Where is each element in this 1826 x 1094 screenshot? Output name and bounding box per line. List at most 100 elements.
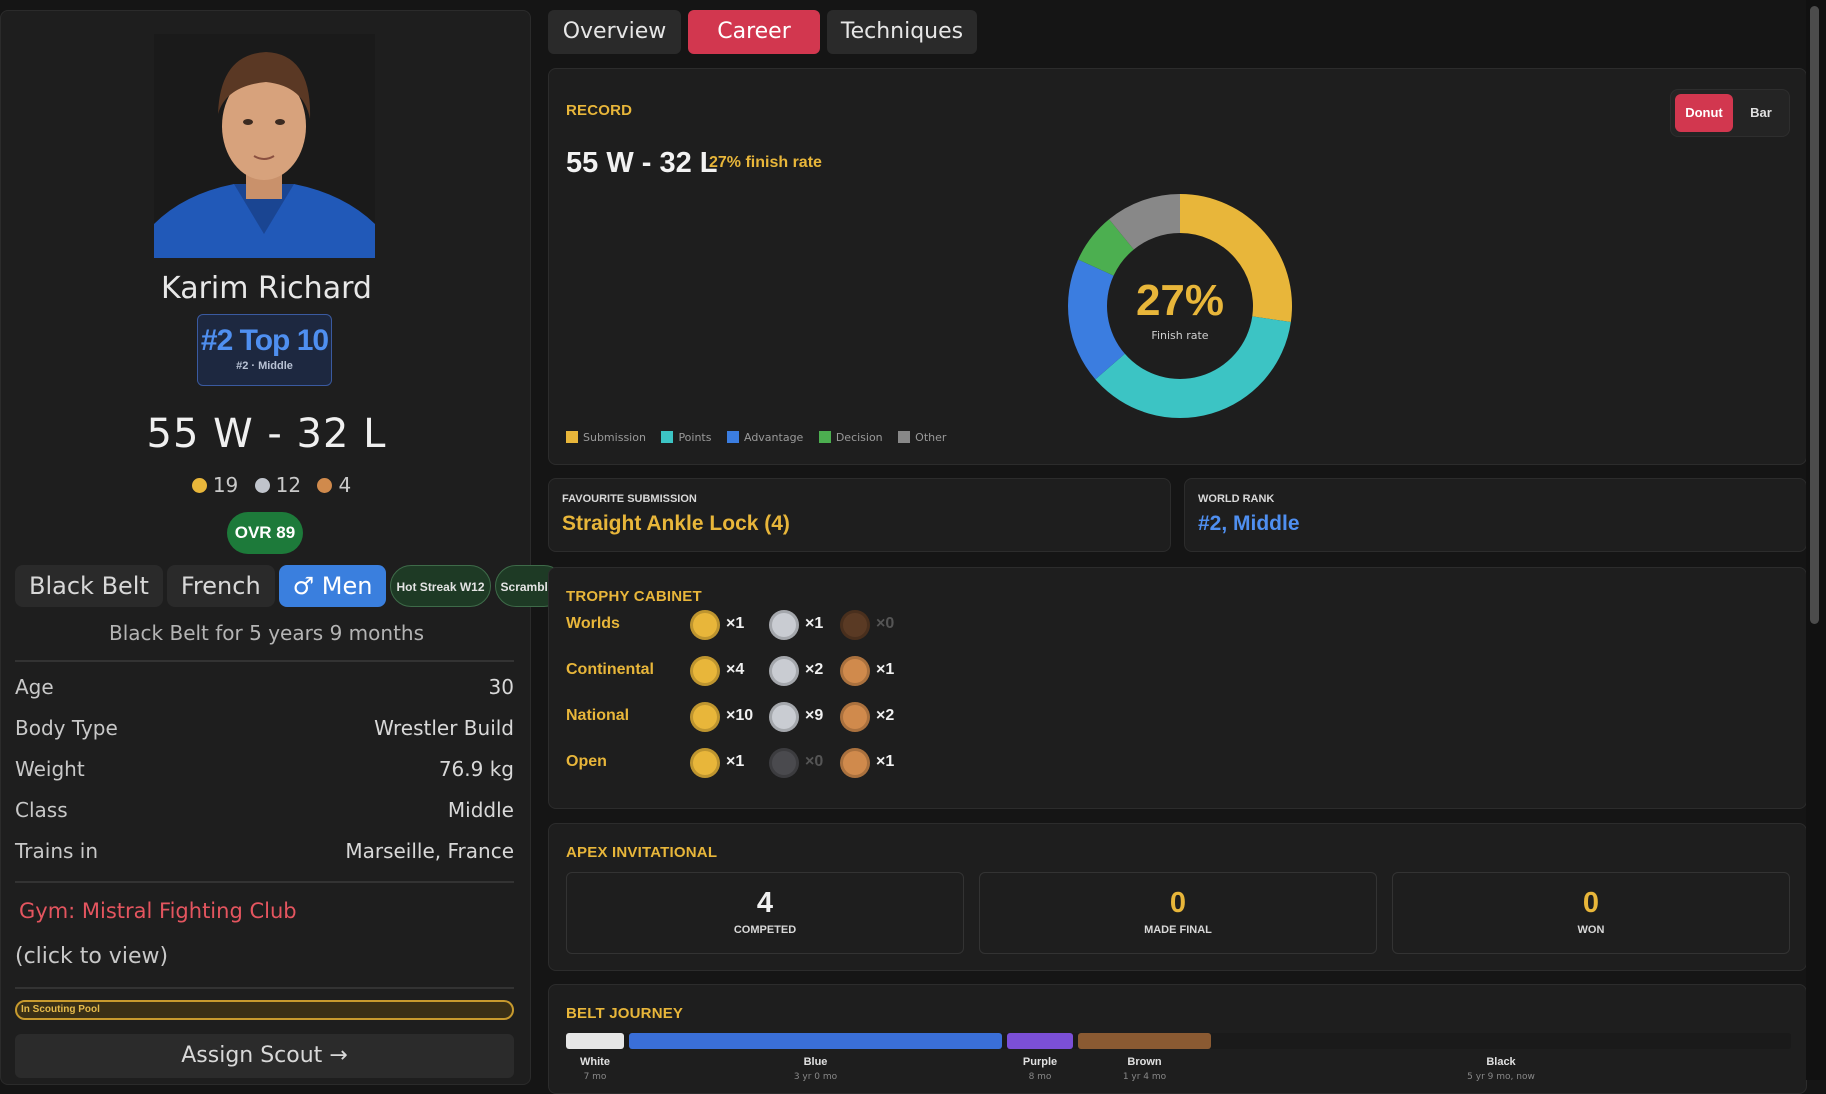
- info-row-class: Class Middle: [15, 798, 514, 828]
- donut-center-value: 27%: [1135, 276, 1225, 325]
- gold-count: ×4: [726, 661, 745, 678]
- belt-journey-title: BELT JOURNEY: [566, 1005, 684, 1022]
- bronze-medal-icon: [840, 610, 870, 640]
- info-row-body-type: Body Type Wrestler Build: [15, 716, 514, 746]
- record-donut-chart: 27% Finish rate: [1065, 191, 1295, 421]
- scouting-pool-badge: In Scouting Pool: [15, 1000, 514, 1020]
- belt-segment-purple: [1007, 1033, 1073, 1049]
- legend-swatch: [661, 431, 674, 443]
- trophy-cabinet-title: TROPHY CABINET: [566, 588, 702, 605]
- gold-medal-icon: [690, 610, 720, 640]
- apex-made-final-value: 0: [1169, 887, 1187, 919]
- info-label: Trains in: [15, 839, 98, 863]
- world-rank-card: WORLD RANK #2, Middle: [1184, 478, 1807, 552]
- apex-invitational-panel: APEX INVITATIONAL 4 COMPETED 0 MADE FINA…: [548, 823, 1807, 971]
- bronze-count: ×1: [876, 753, 895, 770]
- belt-segment-white: [566, 1033, 624, 1049]
- legend-swatch: [818, 431, 831, 443]
- bronze-medal-icon: [317, 478, 333, 493]
- belt-duration-label: 1 yr 4 mo: [1122, 1072, 1167, 1082]
- info-label: Age: [15, 675, 54, 699]
- legend-item-advantage: Advantage: [726, 431, 804, 444]
- silver-count: ×1: [805, 615, 824, 632]
- fighter-avatar: [154, 34, 375, 258]
- rank-subtitle: #2 · Middle: [236, 360, 293, 372]
- bronze-count: ×1: [876, 661, 895, 678]
- scrollbar-thumb[interactable]: [1810, 6, 1819, 624]
- gold-count: ×10: [726, 707, 754, 724]
- apex-won-label: WON: [1577, 924, 1605, 936]
- gym-hint[interactable]: (click to view): [15, 944, 168, 969]
- gold-medal-icon: [690, 656, 720, 686]
- rank-badge: #2 Top 10 #2 · Middle: [197, 314, 332, 386]
- silver-count: ×9: [805, 707, 824, 724]
- legend-label: Other: [915, 431, 947, 444]
- tab-techniques[interactable]: Techniques: [827, 10, 977, 54]
- favourite-submission-label: FAVOURITE SUBMISSION: [562, 493, 697, 505]
- legend-item-submission: Submission: [566, 431, 646, 444]
- legend-swatch: [566, 431, 578, 443]
- apex-competed-value: 4: [756, 887, 774, 919]
- belt-journey-panel: BELT JOURNEY White 7 mo Blue 3 yr 0 mo Purpl…: [548, 984, 1807, 1094]
- belt-label: Brown: [1127, 1056, 1162, 1068]
- belt-label: Blue: [803, 1056, 828, 1068]
- trophy-row-label: Worlds: [566, 615, 620, 632]
- belt-chip: Black Belt: [15, 565, 163, 607]
- belt-duration-label: 7 mo: [583, 1072, 607, 1082]
- bronze-count: ×2: [876, 707, 895, 724]
- assign-scout-button[interactable]: Assign Scout →: [15, 1034, 514, 1078]
- info-value: Middle: [447, 798, 514, 822]
- belt-segment-black: [1211, 1033, 1791, 1049]
- silver-count: ×0: [805, 753, 824, 770]
- divider: [15, 987, 514, 989]
- belt-duration-label: 5 yr 9 mo, now: [1467, 1072, 1535, 1082]
- world-rank-label: WORLD RANK: [1198, 493, 1275, 505]
- legend-label: Decision: [835, 431, 883, 444]
- tab-overview[interactable]: Overview: [548, 10, 681, 54]
- nationality-chip: French: [166, 565, 275, 607]
- gym-link[interactable]: Gym: Mistral Fighting Club: [19, 899, 297, 923]
- apex-made-final-stat: 0 MADE FINAL: [979, 872, 1377, 954]
- attribute-chips: Black Belt French ♂ Men Hot Streak W12 Scram…: [15, 565, 569, 607]
- trophy-row-label: Open: [566, 753, 607, 770]
- silver-medal-icon: [769, 656, 799, 686]
- apex-title: APEX INVITATIONAL: [566, 844, 718, 861]
- apex-competed-stat: 4 COMPETED: [566, 872, 964, 954]
- divider: [15, 660, 514, 662]
- trophy-row-national: National ×10 ×9 ×2: [566, 699, 966, 735]
- info-row-trains-in: Trains in Marseille, France: [15, 839, 514, 869]
- legend-swatch: [898, 431, 911, 443]
- bronze-medal-icon: [840, 748, 870, 778]
- fighter-name: Karim Richard: [161, 271, 372, 306]
- ovr-badge: OVR 89: [227, 512, 303, 554]
- belt-duration-label: 8 mo: [1028, 1072, 1052, 1082]
- silver-medal-icon: [769, 702, 799, 732]
- trophy-row-worlds: Worlds ×1 ×1 ×0: [566, 607, 966, 643]
- donut-center-label: Finish rate: [1151, 329, 1209, 342]
- trophy-row-open: Open ×1 ×0 ×1: [566, 745, 966, 781]
- belt-duration-label: 3 yr 0 mo: [793, 1072, 838, 1082]
- fighter-record: 55 W - 32 L: [146, 411, 387, 457]
- info-label: Class: [15, 798, 68, 822]
- info-label: Body Type: [15, 716, 118, 740]
- medal-summary: 19 12 4: [1, 473, 532, 497]
- bronze-count: 4: [338, 473, 352, 497]
- belt-label: White: [580, 1056, 610, 1068]
- gold-medal-icon: [690, 702, 720, 732]
- apex-won-value: 0: [1582, 887, 1600, 919]
- bar-toggle-button[interactable]: Bar: [1735, 94, 1787, 132]
- silver-count: 12: [275, 473, 302, 497]
- info-value: 76.9 kg: [438, 757, 514, 781]
- info-row-weight: Weight 76.9 kg: [15, 757, 514, 787]
- donut-toggle-button[interactable]: Donut: [1675, 94, 1733, 132]
- trophy-row-label: National: [566, 707, 630, 724]
- apex-competed-label: COMPETED: [733, 924, 797, 936]
- record-panel: RECORD 55 W - 32 L 27% finish rate Donut…: [548, 68, 1807, 465]
- info-value: Marseille, France: [345, 839, 514, 863]
- chart-legend: Submission Points Advantage Decision Oth…: [566, 431, 958, 444]
- tab-career[interactable]: Career: [688, 10, 820, 54]
- world-rank-value: #2, Middle: [1198, 512, 1300, 535]
- legend-label: Points: [678, 431, 712, 444]
- legend-label: Advantage: [743, 431, 804, 444]
- chart-type-toggle: Donut Bar: [1670, 89, 1790, 137]
